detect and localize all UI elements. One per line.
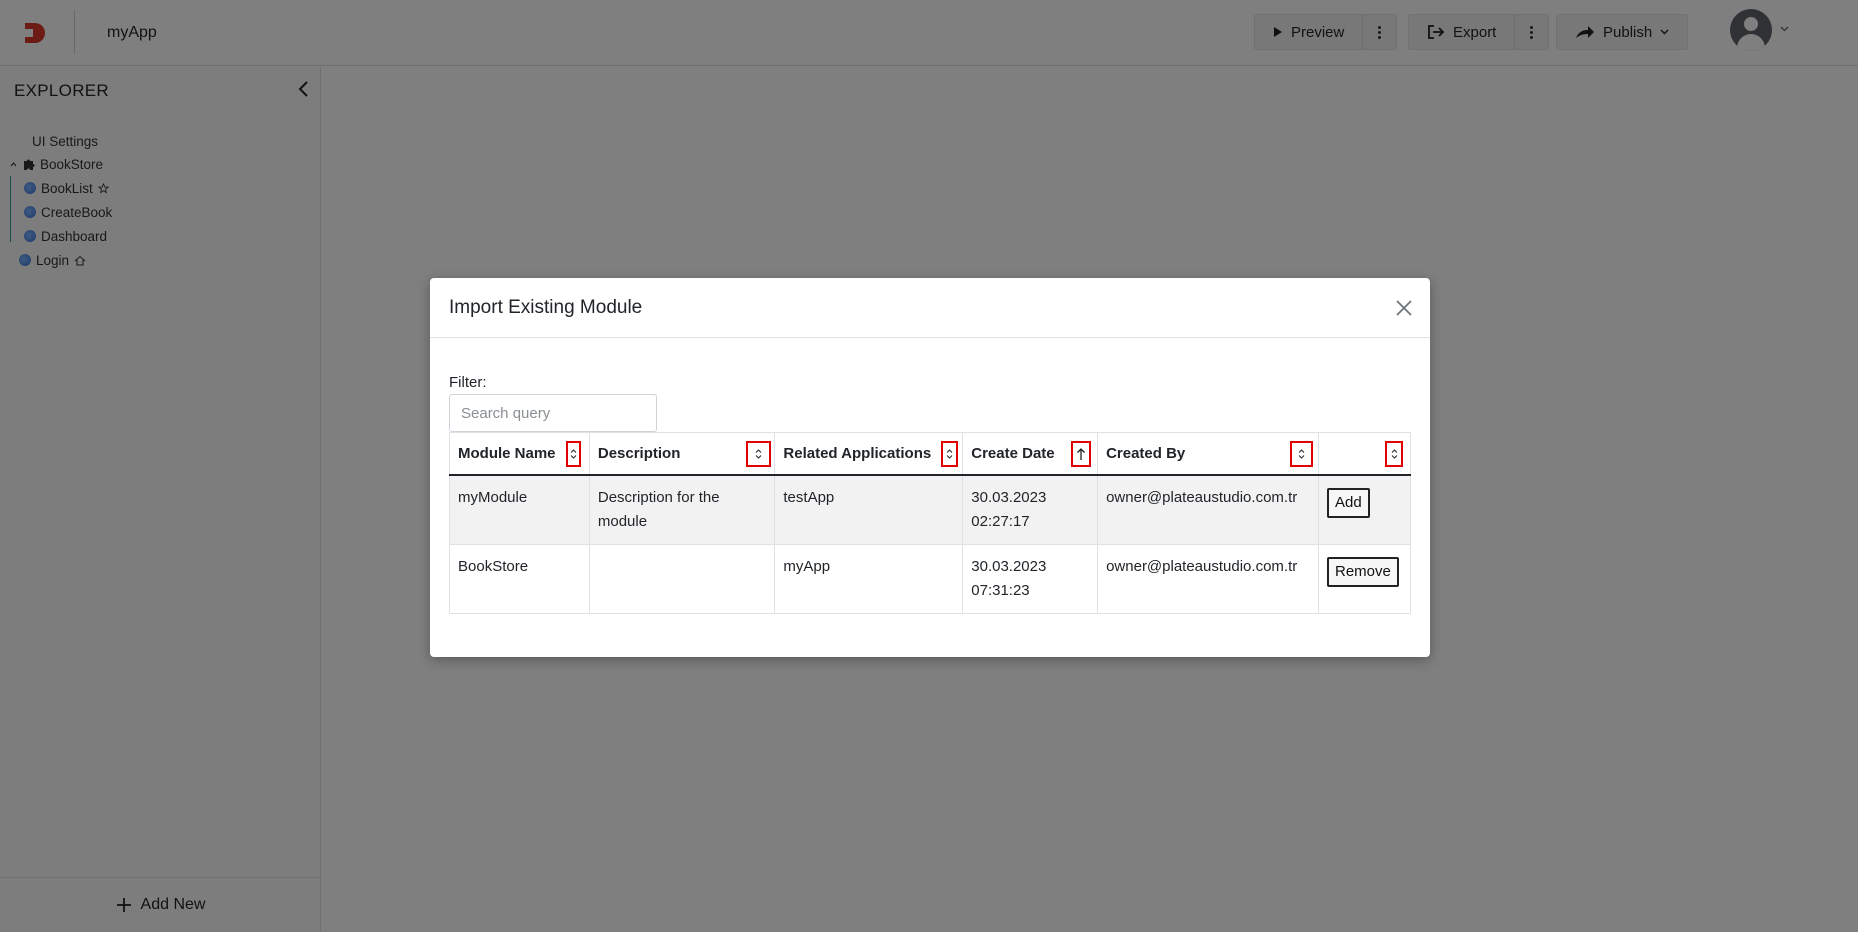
column-header-label: Created By xyxy=(1106,444,1186,462)
cell-description xyxy=(588,543,776,614)
cell-created-by: owner@plateaustudio.com.tr xyxy=(1097,543,1319,614)
column-header-actions[interactable] xyxy=(1318,432,1411,476)
remove-module-button[interactable]: Remove xyxy=(1327,556,1399,587)
cell-create-date: 30.03.2023 07:31:23 xyxy=(962,543,1099,614)
close-icon[interactable] xyxy=(1394,298,1414,318)
sort-icon[interactable] xyxy=(941,441,959,467)
table-header-row: Module Name Description Related Applicat… xyxy=(449,432,1411,476)
cell-related-applications: testApp xyxy=(774,474,964,545)
cell-create-date: 30.03.2023 02:27:17 xyxy=(962,474,1099,545)
filter-label: Filter: xyxy=(449,374,487,391)
sort-ascending-icon[interactable] xyxy=(1071,441,1092,467)
table-row: BookStore myApp 30.03.2023 07:31:23 owne… xyxy=(449,543,1411,614)
add-module-button[interactable]: Add xyxy=(1327,487,1370,518)
column-header-label: Module Name xyxy=(458,444,556,462)
sort-icon[interactable] xyxy=(745,441,771,467)
table-row: myModule Description for the module test… xyxy=(449,474,1411,545)
cell-action: Add xyxy=(1318,474,1411,545)
cell-action: Remove xyxy=(1318,543,1411,614)
modal-header: Import Existing Module xyxy=(430,278,1430,338)
column-header-label: Create Date xyxy=(971,444,1055,462)
column-header-related-applications[interactable]: Related Applications xyxy=(774,432,964,476)
column-header-description[interactable]: Description xyxy=(588,432,776,476)
modules-table: Module Name Description Related Applicat… xyxy=(449,432,1411,614)
cell-module-name: BookStore xyxy=(449,543,590,614)
modal-title: Import Existing Module xyxy=(449,297,643,318)
cell-module-name: myModule xyxy=(449,474,590,545)
column-header-created-by[interactable]: Created By xyxy=(1097,432,1319,476)
import-module-modal: Import Existing Module Filter: Module Na… xyxy=(430,278,1430,657)
sort-icon[interactable] xyxy=(1290,441,1314,467)
column-header-module-name[interactable]: Module Name xyxy=(449,432,590,476)
cell-description: Description for the module xyxy=(588,474,776,545)
sort-icon[interactable] xyxy=(1385,441,1403,467)
cell-related-applications: myApp xyxy=(774,543,964,614)
search-input[interactable] xyxy=(449,394,657,432)
cell-created-by: owner@plateaustudio.com.tr xyxy=(1097,474,1319,545)
column-header-label: Description xyxy=(597,444,681,462)
column-header-label: Related Applications xyxy=(783,444,932,462)
sort-icon[interactable] xyxy=(566,441,581,467)
column-header-create-date[interactable]: Create Date xyxy=(962,432,1099,476)
